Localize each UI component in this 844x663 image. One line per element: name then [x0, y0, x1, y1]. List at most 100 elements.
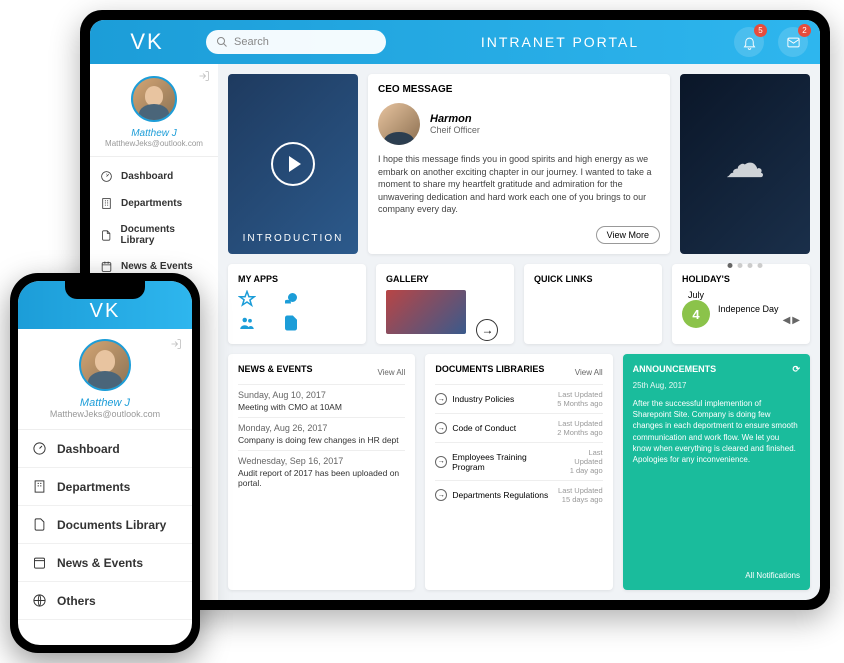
ceo-heading: CEO MESSAGE [378, 84, 660, 95]
file-icon[interactable] [282, 314, 300, 332]
user-name: Matthew J [98, 128, 210, 139]
holiday-content: July 4 Indepence Day ◀ ▶ [682, 290, 800, 328]
doc-lu-3: Last Updated [558, 486, 603, 495]
hero-row: INTRODUCTION CEO MESSAGE Harmon Cheif Of… [228, 74, 810, 254]
news-events-label: NEWS & EVENTS [238, 364, 313, 374]
mail-count: 2 [798, 24, 811, 37]
tablet-nav: Dashboard Departments Documents Library … [90, 157, 218, 286]
featured-image-card[interactable] [680, 74, 810, 254]
user-email: MatthewJeks@outlook.com [98, 139, 210, 148]
all-notifications-link[interactable]: All Notifications [633, 571, 800, 580]
arrow-icon: → [435, 422, 447, 434]
dot-1[interactable] [728, 263, 733, 268]
chat-icon[interactable] [282, 290, 300, 308]
carousel-dots[interactable] [728, 263, 763, 268]
search-placeholder: Search [234, 36, 269, 48]
phone-nav-documents[interactable]: Documents Library [18, 506, 192, 544]
search-input[interactable]: Search [206, 30, 386, 54]
mail-icon [786, 35, 801, 50]
doc-name-1: Code of Conduct [452, 423, 516, 433]
ceo-name: Harmon [430, 113, 480, 125]
phone-nav: Dashboard Departments Documents Library … [18, 430, 192, 645]
tablet-header: VK Search INTRANET PORTAL 5 2 [90, 20, 820, 64]
nav-dashboard[interactable]: Dashboard [90, 163, 218, 190]
gallery-next-button[interactable]: → [476, 319, 498, 341]
user-avatar[interactable] [131, 76, 177, 122]
ceo-message: I hope this message finds you in good sp… [378, 153, 660, 226]
news-item-2[interactable]: Audit report of 2017 has been uploaded o… [238, 468, 405, 493]
ceo-role: Cheif Officer [430, 125, 480, 135]
news-item-0[interactable]: Meeting with CMO at 10AM [238, 402, 405, 417]
news-view-all[interactable]: View All [377, 368, 405, 377]
phone-notch [65, 281, 145, 299]
doc-item-2[interactable]: →Employees Training ProgramLast Updated1… [435, 442, 602, 480]
notifications-button[interactable]: 5 [734, 27, 764, 57]
nav-documents-label: Documents Library [120, 224, 208, 246]
nav-documents[interactable]: Documents Library [90, 217, 218, 253]
doc-lu-0: Last Updated [557, 390, 602, 399]
phone-nav-dashboard-label: Dashboard [57, 442, 120, 456]
bell-icon [742, 35, 757, 50]
holiday-next[interactable]: ▶ [792, 315, 800, 326]
news-item-1[interactable]: Company is doing few changes in HR dept [238, 435, 405, 450]
news-date-0: Sunday, Aug 10, 2017 [238, 384, 405, 402]
arrow-icon: → [435, 456, 447, 468]
gallery-thumbnail[interactable] [386, 290, 466, 334]
phone-nav-others[interactable]: Others [18, 582, 192, 620]
phone-logout-button[interactable] [170, 337, 182, 349]
quick-links-label: QUICK LINKS [534, 274, 652, 284]
logout-icon [170, 338, 182, 350]
building-icon [100, 197, 113, 210]
main-content: INTRODUCTION CEO MESSAGE Harmon Cheif Of… [218, 64, 820, 600]
phone-nav-departments[interactable]: Departments [18, 468, 192, 506]
doc-name-0: Industry Policies [452, 394, 514, 404]
star-icon[interactable] [238, 290, 256, 308]
logout-button[interactable] [198, 70, 210, 82]
phone-user-email: MatthewJeks@outlook.com [26, 409, 184, 419]
holiday-card: HOLIDAY'S July 4 Indepence Day ◀ ▶ [672, 264, 810, 344]
doc-item-3[interactable]: →Departments RegulationsLast Updated15 d… [435, 480, 602, 509]
cloud-card-wrapper [680, 74, 810, 254]
doc-item-1[interactable]: →Code of ConductLast Updated2 Months ago [435, 413, 602, 442]
nav-dashboard-label: Dashboard [121, 171, 173, 182]
holiday-day: 4 [682, 300, 710, 328]
view-more-button[interactable]: View More [596, 226, 660, 244]
dot-3[interactable] [748, 263, 753, 268]
brand-logo: VK [102, 29, 192, 55]
users-icon[interactable] [238, 314, 256, 332]
holiday-prev[interactable]: ◀ [783, 315, 791, 326]
mail-button[interactable]: 2 [778, 27, 808, 57]
phone-user-name: Matthew J [26, 397, 184, 409]
news-date-2: Wednesday, Sep 16, 2017 [238, 450, 405, 468]
docs-view-all[interactable]: View All [575, 368, 603, 377]
gallery-label: GALLERY [386, 274, 504, 284]
phone-nav-others-label: Others [57, 594, 96, 608]
intro-video-card[interactable]: INTRODUCTION [228, 74, 358, 254]
speedometer-icon [32, 441, 47, 456]
phone-nav-documents-label: Documents Library [57, 518, 166, 532]
nav-news-label: News & Events [121, 261, 193, 272]
doc-lu-1: Last Updated [557, 419, 602, 428]
logout-icon [198, 70, 210, 82]
dot-4[interactable] [758, 263, 763, 268]
documents-label: DOCUMENTS LIBRARIES [435, 364, 544, 374]
phone-screen: VK Matthew J MatthewJeks@outlook.com Das… [18, 281, 192, 645]
nav-departments[interactable]: Departments [90, 190, 218, 217]
dot-2[interactable] [738, 263, 743, 268]
phone-device: VK Matthew J MatthewJeks@outlook.com Das… [10, 273, 200, 653]
nav-departments-label: Departments [121, 198, 182, 209]
phone-nav-news-label: News & Events [57, 556, 143, 570]
phone-profile: Matthew J MatthewJeks@outlook.com [18, 329, 192, 430]
phone-nav-news[interactable]: News & Events [18, 544, 192, 582]
search-icon [216, 36, 228, 48]
building-icon [32, 479, 47, 494]
document-icon [32, 517, 47, 532]
phone-nav-dashboard[interactable]: Dashboard [18, 430, 192, 468]
phone-nav-departments-label: Departments [57, 480, 130, 494]
document-icon [100, 229, 112, 242]
doc-item-0[interactable]: → Industry Policies Last Updated5 Months a… [435, 384, 602, 413]
refresh-button[interactable]: ⟳ [792, 364, 800, 375]
phone-user-avatar[interactable] [79, 339, 131, 391]
arrow-icon: → [435, 393, 447, 405]
doc-ago-0: 5 Months ago [557, 399, 602, 408]
